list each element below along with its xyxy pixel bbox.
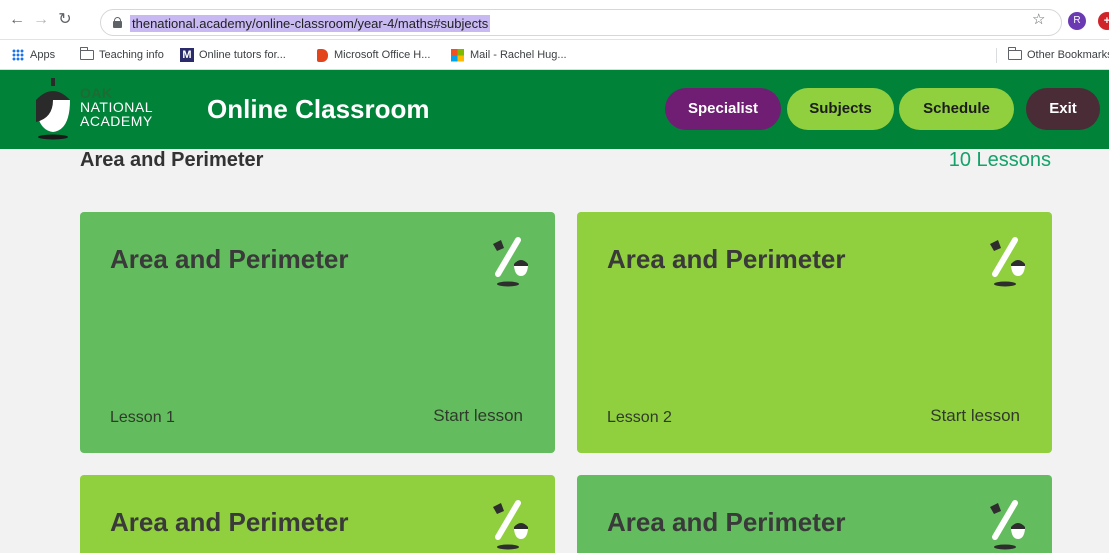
browser-toolbar: ← → ↻ thenational.academy/online-classro… bbox=[0, 0, 1109, 40]
unit-title: Area and Perimeter bbox=[80, 149, 264, 171]
bookmark-other[interactable]: Other Bookmarks bbox=[1007, 47, 1109, 63]
bookmark-label: Microsoft Office H... bbox=[334, 49, 431, 61]
bookmark-label: Mail - Rachel Hug... bbox=[470, 49, 567, 61]
exit-button[interactable]: Exit bbox=[1026, 88, 1100, 130]
card-title: Area and Perimeter bbox=[110, 507, 349, 537]
lesson-card[interactable]: Area and Perimeter Lesson 1 Start lesson bbox=[80, 212, 555, 453]
lesson-card[interactable]: Area and Perimeter bbox=[80, 475, 555, 553]
bookmark-label: Online tutors for... bbox=[199, 49, 286, 61]
url-text[interactable]: thenational.academy/online-classroom/yea… bbox=[130, 15, 491, 32]
forward-arrow-icon[interactable]: → bbox=[32, 11, 50, 29]
microsoft-logo-icon bbox=[451, 48, 464, 62]
bookmark-microsoft-office[interactable]: Microsoft Office H... bbox=[317, 47, 430, 63]
subjects-button[interactable]: Subjects bbox=[787, 88, 894, 130]
site-header: OAK NATIONAL ACADEMY Online Classroom Sp… bbox=[0, 70, 1109, 149]
bookmark-label: Teaching info bbox=[99, 49, 164, 61]
profile-avatar[interactable]: R bbox=[1068, 12, 1086, 30]
folder-icon bbox=[79, 47, 94, 61]
bookmark-star-icon[interactable]: ☆ bbox=[1032, 12, 1045, 28]
lesson-count: 10 Lessons bbox=[948, 149, 1051, 171]
card-title: Area and Perimeter bbox=[607, 507, 846, 537]
bookmarks-divider bbox=[996, 48, 997, 63]
bookmarks-bar: Apps Teaching info M Online tutors for...… bbox=[0, 40, 1109, 70]
lesson-number: Lesson 2 bbox=[607, 409, 672, 426]
bookmark-teaching-info[interactable]: Teaching info bbox=[79, 47, 164, 63]
site-title: Online Classroom bbox=[207, 94, 430, 124]
start-lesson-link[interactable]: Start lesson bbox=[930, 406, 1020, 426]
schedule-button[interactable]: Schedule bbox=[899, 88, 1014, 130]
bookmark-label: Apps bbox=[30, 49, 56, 61]
m-logo-icon: M bbox=[180, 48, 194, 63]
lesson-card[interactable]: Area and Perimeter Lesson 2 Start lesson bbox=[577, 212, 1052, 453]
office-logo-icon bbox=[317, 48, 328, 62]
reload-icon[interactable]: ↻ bbox=[56, 11, 74, 29]
maths-percent-acorn-icon bbox=[493, 500, 528, 550]
bookmark-label: Other Bookmarks bbox=[1027, 49, 1109, 61]
bookmark-apps[interactable]: Apps bbox=[12, 47, 55, 63]
wordmark-line: OAK bbox=[80, 85, 113, 101]
card-title: Area and Perimeter bbox=[110, 244, 349, 274]
start-lesson-link[interactable]: Start lesson bbox=[433, 406, 523, 426]
lesson-card[interactable]: Area and Perimeter bbox=[577, 475, 1052, 553]
card-title: Area and Perimeter bbox=[607, 244, 846, 274]
lesson-number: Lesson 1 bbox=[110, 409, 175, 426]
wordmark-line: ACADEMY bbox=[80, 113, 153, 129]
maths-percent-acorn-icon bbox=[493, 237, 528, 287]
lock-icon bbox=[113, 17, 122, 28]
back-arrow-icon[interactable]: ← bbox=[8, 11, 26, 29]
acorn-logo-icon[interactable] bbox=[32, 78, 74, 140]
wordmark-line: NATIONAL bbox=[80, 99, 153, 115]
maths-percent-acorn-icon bbox=[990, 237, 1025, 287]
address-bar[interactable]: thenational.academy/online-classroom/yea… bbox=[100, 9, 1062, 36]
bookmark-online-tutors[interactable]: M Online tutors for... bbox=[180, 47, 286, 63]
maths-percent-acorn-icon bbox=[990, 500, 1025, 550]
oak-wordmark[interactable]: OAK NATIONAL ACADEMY bbox=[80, 86, 153, 128]
specialist-button[interactable]: Specialist bbox=[665, 88, 781, 130]
bookmark-mail[interactable]: Mail - Rachel Hug... bbox=[451, 47, 567, 63]
folder-icon bbox=[1007, 47, 1022, 61]
extension-icon[interactable]: + bbox=[1098, 12, 1109, 30]
apps-grid-icon bbox=[12, 49, 24, 62]
